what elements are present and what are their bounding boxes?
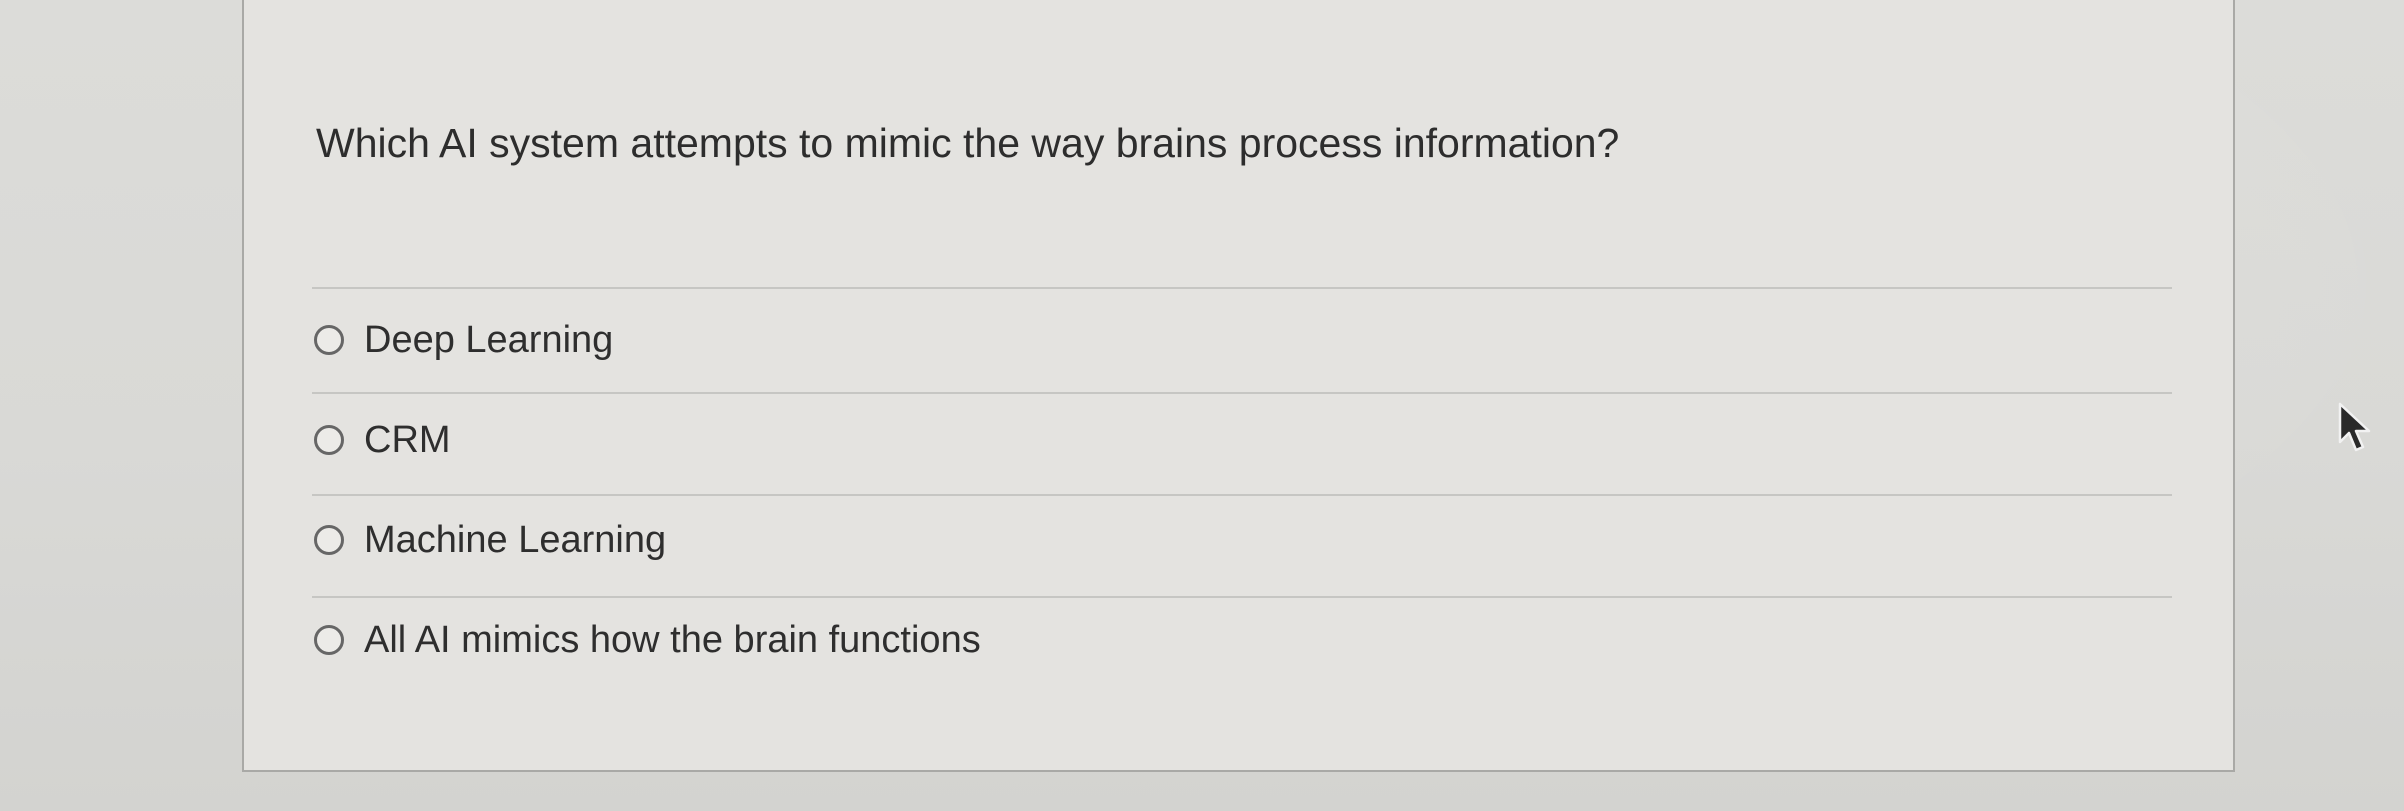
answer-label: Deep Learning [364,318,614,361]
answer-option-all-ai[interactable]: All AI mimics how the brain functions [314,610,981,670]
answer-option-deep-learning[interactable]: Deep Learning [314,310,613,370]
radio-button-icon[interactable] [314,325,344,355]
divider [312,596,2172,598]
answer-label: CRM [364,418,451,461]
answer-label: Machine Learning [364,518,667,561]
radio-button-icon[interactable] [314,525,344,555]
divider [312,494,2172,496]
mouse-pointer-icon [2338,402,2371,452]
answer-label: All AI mimics how the brain functions [364,618,981,661]
divider [312,392,2172,394]
answer-option-machine-learning[interactable]: Machine Learning [314,510,666,570]
question-text: Which AI system attempts to mimic the wa… [316,120,1620,166]
question-card: Which AI system attempts to mimic the wa… [242,0,2235,772]
radio-button-icon[interactable] [314,425,344,455]
divider [312,287,2172,289]
radio-button-icon[interactable] [314,625,344,655]
answer-option-crm[interactable]: CRM [314,410,451,470]
